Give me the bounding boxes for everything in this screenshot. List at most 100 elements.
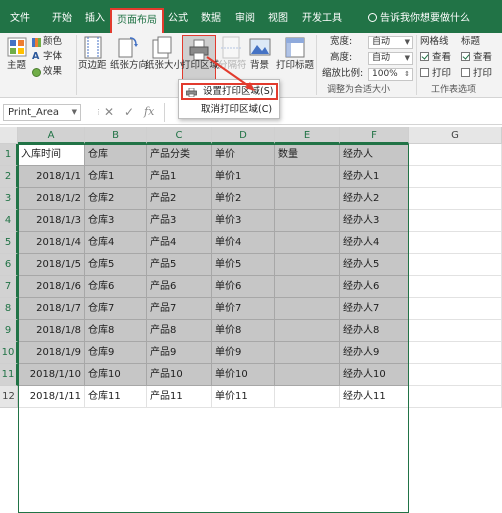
cell[interactable]: 产品7 <box>147 298 212 320</box>
cell[interactable]: 产品8 <box>147 320 212 342</box>
cell[interactable]: 单价6 <box>212 276 275 298</box>
cell[interactable] <box>275 210 340 232</box>
cell[interactable]: 单价 <box>212 144 275 166</box>
tab-review[interactable]: 审阅 <box>235 10 255 28</box>
colors-button[interactable]: 颜色 <box>32 36 74 49</box>
name-box[interactable]: Print_Area ▼ <box>3 104 81 121</box>
cell[interactable]: 仓库3 <box>85 210 147 232</box>
row-header[interactable]: 11 <box>0 364 18 386</box>
cell[interactable]: 单价2 <box>212 188 275 210</box>
cell[interactable]: 2018/1/7 <box>18 298 85 320</box>
cell[interactable] <box>409 210 502 232</box>
cell[interactable] <box>409 298 502 320</box>
gridlines-print-checkbox[interactable]: 打印 <box>420 68 451 80</box>
cell[interactable]: 产品9 <box>147 342 212 364</box>
cell[interactable]: 仓库10 <box>85 364 147 386</box>
cell[interactable]: 仓库8 <box>85 320 147 342</box>
cell[interactable]: 仓库7 <box>85 298 147 320</box>
row-header[interactable]: 5 <box>0 232 18 254</box>
select-all-corner[interactable] <box>0 127 18 144</box>
cell[interactable]: 2018/1/6 <box>18 276 85 298</box>
cell[interactable] <box>409 364 502 386</box>
size-button[interactable]: 纸张大小 <box>145 35 183 81</box>
cell[interactable]: 仓库11 <box>85 386 147 408</box>
print-titles-button[interactable]: 打印标题 <box>276 35 314 81</box>
cell[interactable]: 单价1 <box>212 166 275 188</box>
cell[interactable]: 2018/1/8 <box>18 320 85 342</box>
cell[interactable]: 产品11 <box>147 386 212 408</box>
cell[interactable] <box>409 254 502 276</box>
cell[interactable] <box>275 364 340 386</box>
cell[interactable]: 经办人7 <box>340 298 409 320</box>
gridlines-view-checkbox[interactable]: 查看 <box>420 52 451 64</box>
fonts-button[interactable]: A 字体 <box>32 51 74 64</box>
cell[interactable]: 产品10 <box>147 364 212 386</box>
width-select[interactable]: 自动 ▼ <box>368 36 413 49</box>
cell[interactable] <box>275 386 340 408</box>
cell[interactable] <box>275 166 340 188</box>
cell[interactable]: 2018/1/10 <box>18 364 85 386</box>
cell[interactable]: 数量 <box>275 144 340 166</box>
row-header[interactable]: 9 <box>0 320 18 342</box>
row-header[interactable]: 7 <box>0 276 18 298</box>
cell[interactable]: 经办人4 <box>340 232 409 254</box>
themes-button[interactable]: 主题 <box>4 35 30 81</box>
tab-page-layout[interactable]: 页面布局 <box>110 8 164 33</box>
cell[interactable]: 产品3 <box>147 210 212 232</box>
cell[interactable] <box>409 276 502 298</box>
cell[interactable]: 经办人3 <box>340 210 409 232</box>
column-header[interactable]: B <box>85 127 147 144</box>
cell[interactable]: 仓库6 <box>85 276 147 298</box>
cell[interactable]: 经办人10 <box>340 364 409 386</box>
tab-data[interactable]: 数据 <box>201 10 221 28</box>
row-header[interactable]: 12 <box>0 386 18 408</box>
cell[interactable]: 2018/1/1 <box>18 166 85 188</box>
cell[interactable]: 入库时间 <box>18 144 85 166</box>
enter-icon[interactable]: ✓ <box>124 104 134 120</box>
scale-stepper[interactable]: 100% ⇕ <box>368 68 413 81</box>
cell[interactable]: 仓库 <box>85 144 147 166</box>
cell[interactable]: 单价4 <box>212 232 275 254</box>
cell[interactable]: 2018/1/3 <box>18 210 85 232</box>
column-header[interactable]: D <box>212 127 275 144</box>
height-select[interactable]: 自动 ▼ <box>368 52 413 65</box>
cell[interactable]: 产品5 <box>147 254 212 276</box>
cell[interactable] <box>409 144 502 166</box>
cell[interactable] <box>275 342 340 364</box>
cell[interactable]: 2018/1/11 <box>18 386 85 408</box>
cell[interactable]: 2018/1/2 <box>18 188 85 210</box>
tab-formulas[interactable]: 公式 <box>168 10 188 28</box>
cell[interactable]: 产品2 <box>147 188 212 210</box>
orientation-button[interactable]: 纸张方向 <box>110 35 148 81</box>
cell[interactable] <box>275 320 340 342</box>
cell[interactable]: 单价5 <box>212 254 275 276</box>
cell[interactable]: 单价8 <box>212 320 275 342</box>
cell[interactable]: 仓库2 <box>85 188 147 210</box>
cell[interactable]: 产品1 <box>147 166 212 188</box>
cell[interactable]: 2018/1/9 <box>18 342 85 364</box>
column-header[interactable]: A <box>18 127 85 144</box>
cell[interactable] <box>275 254 340 276</box>
headings-print-checkbox[interactable]: 打印 <box>461 68 492 80</box>
cell[interactable] <box>409 166 502 188</box>
row-header[interactable]: 4 <box>0 210 18 232</box>
row-header[interactable]: 2 <box>0 166 18 188</box>
column-header[interactable]: G <box>409 127 502 144</box>
tab-file[interactable]: 文件 <box>10 10 30 28</box>
cell[interactable]: 仓库9 <box>85 342 147 364</box>
row-header[interactable]: 6 <box>0 254 18 276</box>
cell[interactable] <box>275 188 340 210</box>
insert-function-icon[interactable]: fx <box>144 104 154 120</box>
tab-developer[interactable]: 开发工具 <box>302 10 342 28</box>
column-header[interactable]: F <box>340 127 409 144</box>
cell[interactable]: 单价10 <box>212 364 275 386</box>
cell[interactable]: 产品4 <box>147 232 212 254</box>
cell[interactable]: 经办人9 <box>340 342 409 364</box>
cell[interactable] <box>275 276 340 298</box>
cell[interactable]: 经办人6 <box>340 276 409 298</box>
column-header[interactable]: E <box>275 127 340 144</box>
cell[interactable] <box>409 232 502 254</box>
row-header[interactable]: 10 <box>0 342 18 364</box>
cell[interactable]: 产品6 <box>147 276 212 298</box>
cell[interactable]: 经办人 <box>340 144 409 166</box>
